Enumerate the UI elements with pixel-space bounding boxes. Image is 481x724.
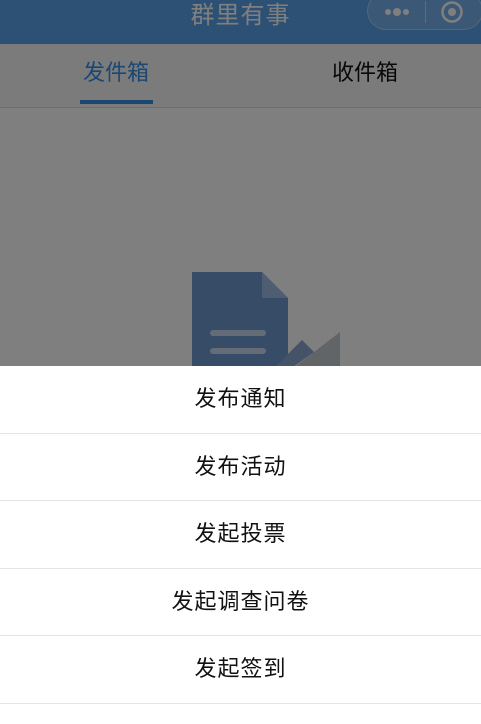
- action-publish-notice[interactable]: 发布通知: [0, 366, 481, 434]
- action-publish-event[interactable]: 发布活动: [0, 434, 481, 501]
- action-start-checkin[interactable]: 发起签到: [0, 636, 481, 704]
- action-start-vote[interactable]: 发起投票: [0, 501, 481, 569]
- action-start-survey[interactable]: 发起调查问卷: [0, 569, 481, 636]
- action-sheet: 发布通知 发布活动 发起投票 发起调查问卷 发起签到: [0, 366, 481, 724]
